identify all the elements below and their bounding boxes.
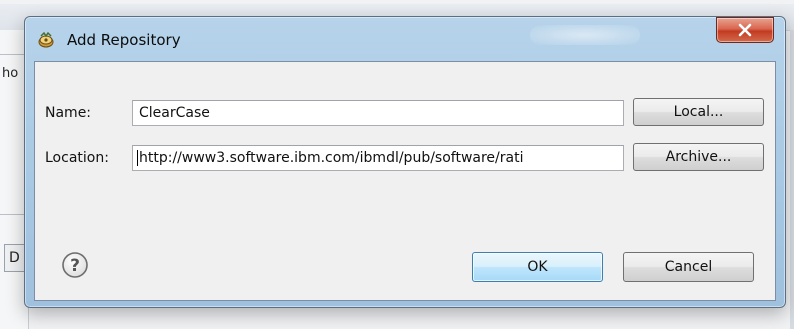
background-label: ho: [2, 66, 19, 81]
repository-icon: [37, 31, 55, 49]
close-icon: [738, 23, 752, 37]
name-label: Name:: [45, 105, 92, 121]
location-label: Location:: [45, 150, 109, 166]
background-edge: [790, 30, 794, 329]
location-field[interactable]: http://www3.software.ibm.com/ibmdl/pub/s…: [132, 145, 624, 171]
location-field-value: http://www3.software.ibm.com/ibmdl/pub/s…: [139, 150, 524, 166]
svg-text:?: ?: [70, 256, 80, 276]
background-button: D: [4, 244, 25, 272]
close-button[interactable]: [716, 17, 774, 43]
titlebar-glow: [530, 25, 640, 45]
dialog-title: Add Repository: [67, 31, 181, 49]
dialog-content: Name: ClearCase Location: http://www3.so…: [34, 61, 776, 301]
cancel-button[interactable]: Cancel: [623, 252, 754, 282]
local-button[interactable]: Local...: [633, 98, 764, 126]
add-repository-dialog: Add Repository Name: ClearCase Location:…: [24, 16, 786, 308]
name-field-value: ClearCase: [139, 105, 210, 121]
archive-button[interactable]: Archive...: [633, 143, 764, 171]
ok-button[interactable]: OK: [472, 252, 603, 282]
text-caret: [137, 150, 138, 166]
help-icon: ?: [62, 252, 88, 278]
dialog-titlebar[interactable]: Add Repository: [25, 17, 785, 57]
name-field[interactable]: ClearCase: [132, 100, 624, 126]
help-button[interactable]: ?: [61, 251, 89, 279]
